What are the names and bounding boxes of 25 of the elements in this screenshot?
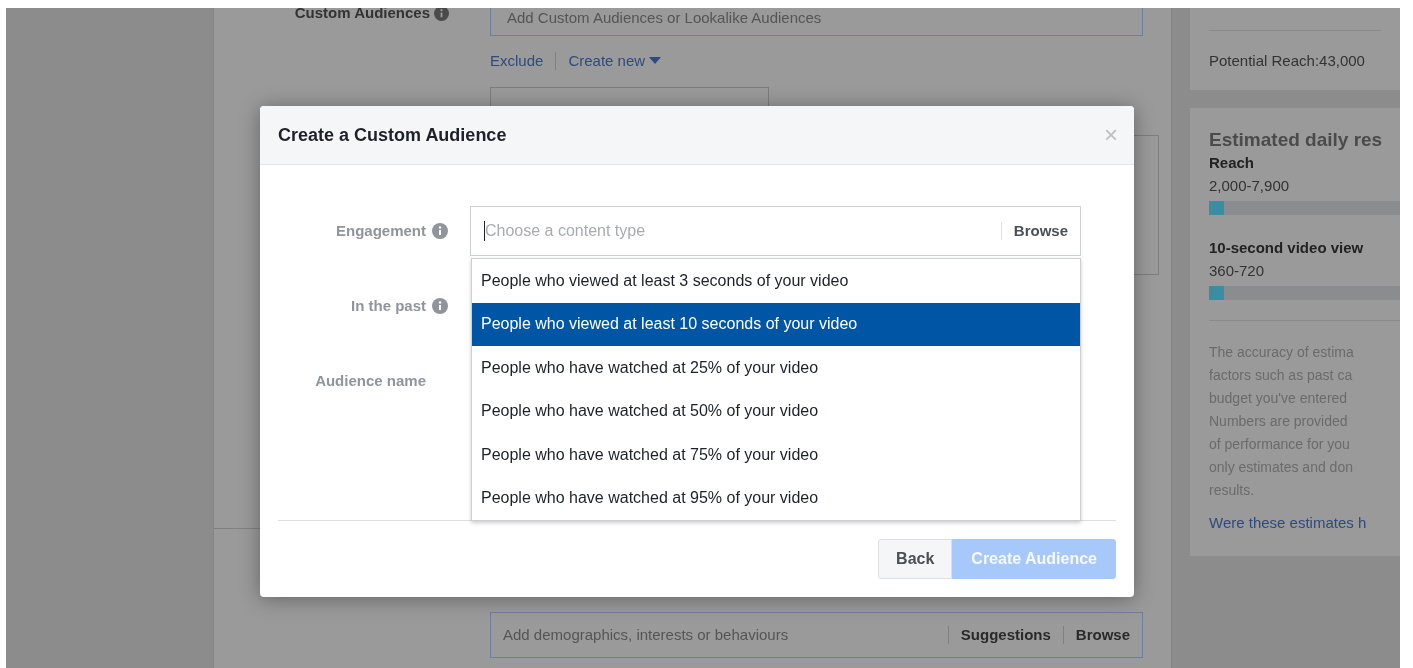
detailed-targeting-field[interactable]: Add demographics, interests or behaviours Suggestions Browse [490, 612, 1143, 658]
dropdown-option[interactable]: People who have watched at 25% of your video [472, 346, 1080, 390]
dialog-title: Create a Custom Audience [278, 123, 507, 147]
browse-button[interactable]: Browse [1001, 219, 1080, 243]
metric-label: Reach [1209, 153, 1256, 173]
dropdown-option[interactable]: People who have watched at 75% of your video [472, 433, 1080, 477]
field-label: Audience name [315, 370, 426, 391]
potential-reach-text: Potential Reach:43,000 [1209, 51, 1366, 71]
placeholder-text: Add demographics, interests or behaviours [503, 624, 790, 645]
dropdown-option[interactable]: People who have watched at 50% of your video [472, 389, 1080, 433]
metric-value: 2,000-7,900 [1209, 175, 1291, 196]
action-button[interactable]: Browse [1063, 623, 1142, 647]
caret-icon [649, 57, 662, 66]
content-type-input[interactable]: Choose a content type [485, 219, 1001, 243]
field-label: Engagement [336, 220, 426, 241]
action-button[interactable]: Suggestions [948, 623, 1063, 647]
field-label: In the past [351, 295, 426, 316]
card-title: Estimated daily res [1209, 128, 1381, 152]
dropdown-option[interactable]: People who have watched at 95% of your video [472, 476, 1080, 520]
metric-label: 10-second video view [1209, 238, 1365, 258]
dropdown-option[interactable]: People who viewed at least 3 seconds of your video [472, 259, 1080, 303]
dropdown-option[interactable]: People who viewed at least 10 seconds of your video [472, 302, 1080, 346]
back-button[interactable]: Back [878, 539, 953, 579]
content-type-field[interactable]: Choose a content type Browse [470, 206, 1081, 256]
metric-value: 360-720 [1209, 260, 1266, 281]
